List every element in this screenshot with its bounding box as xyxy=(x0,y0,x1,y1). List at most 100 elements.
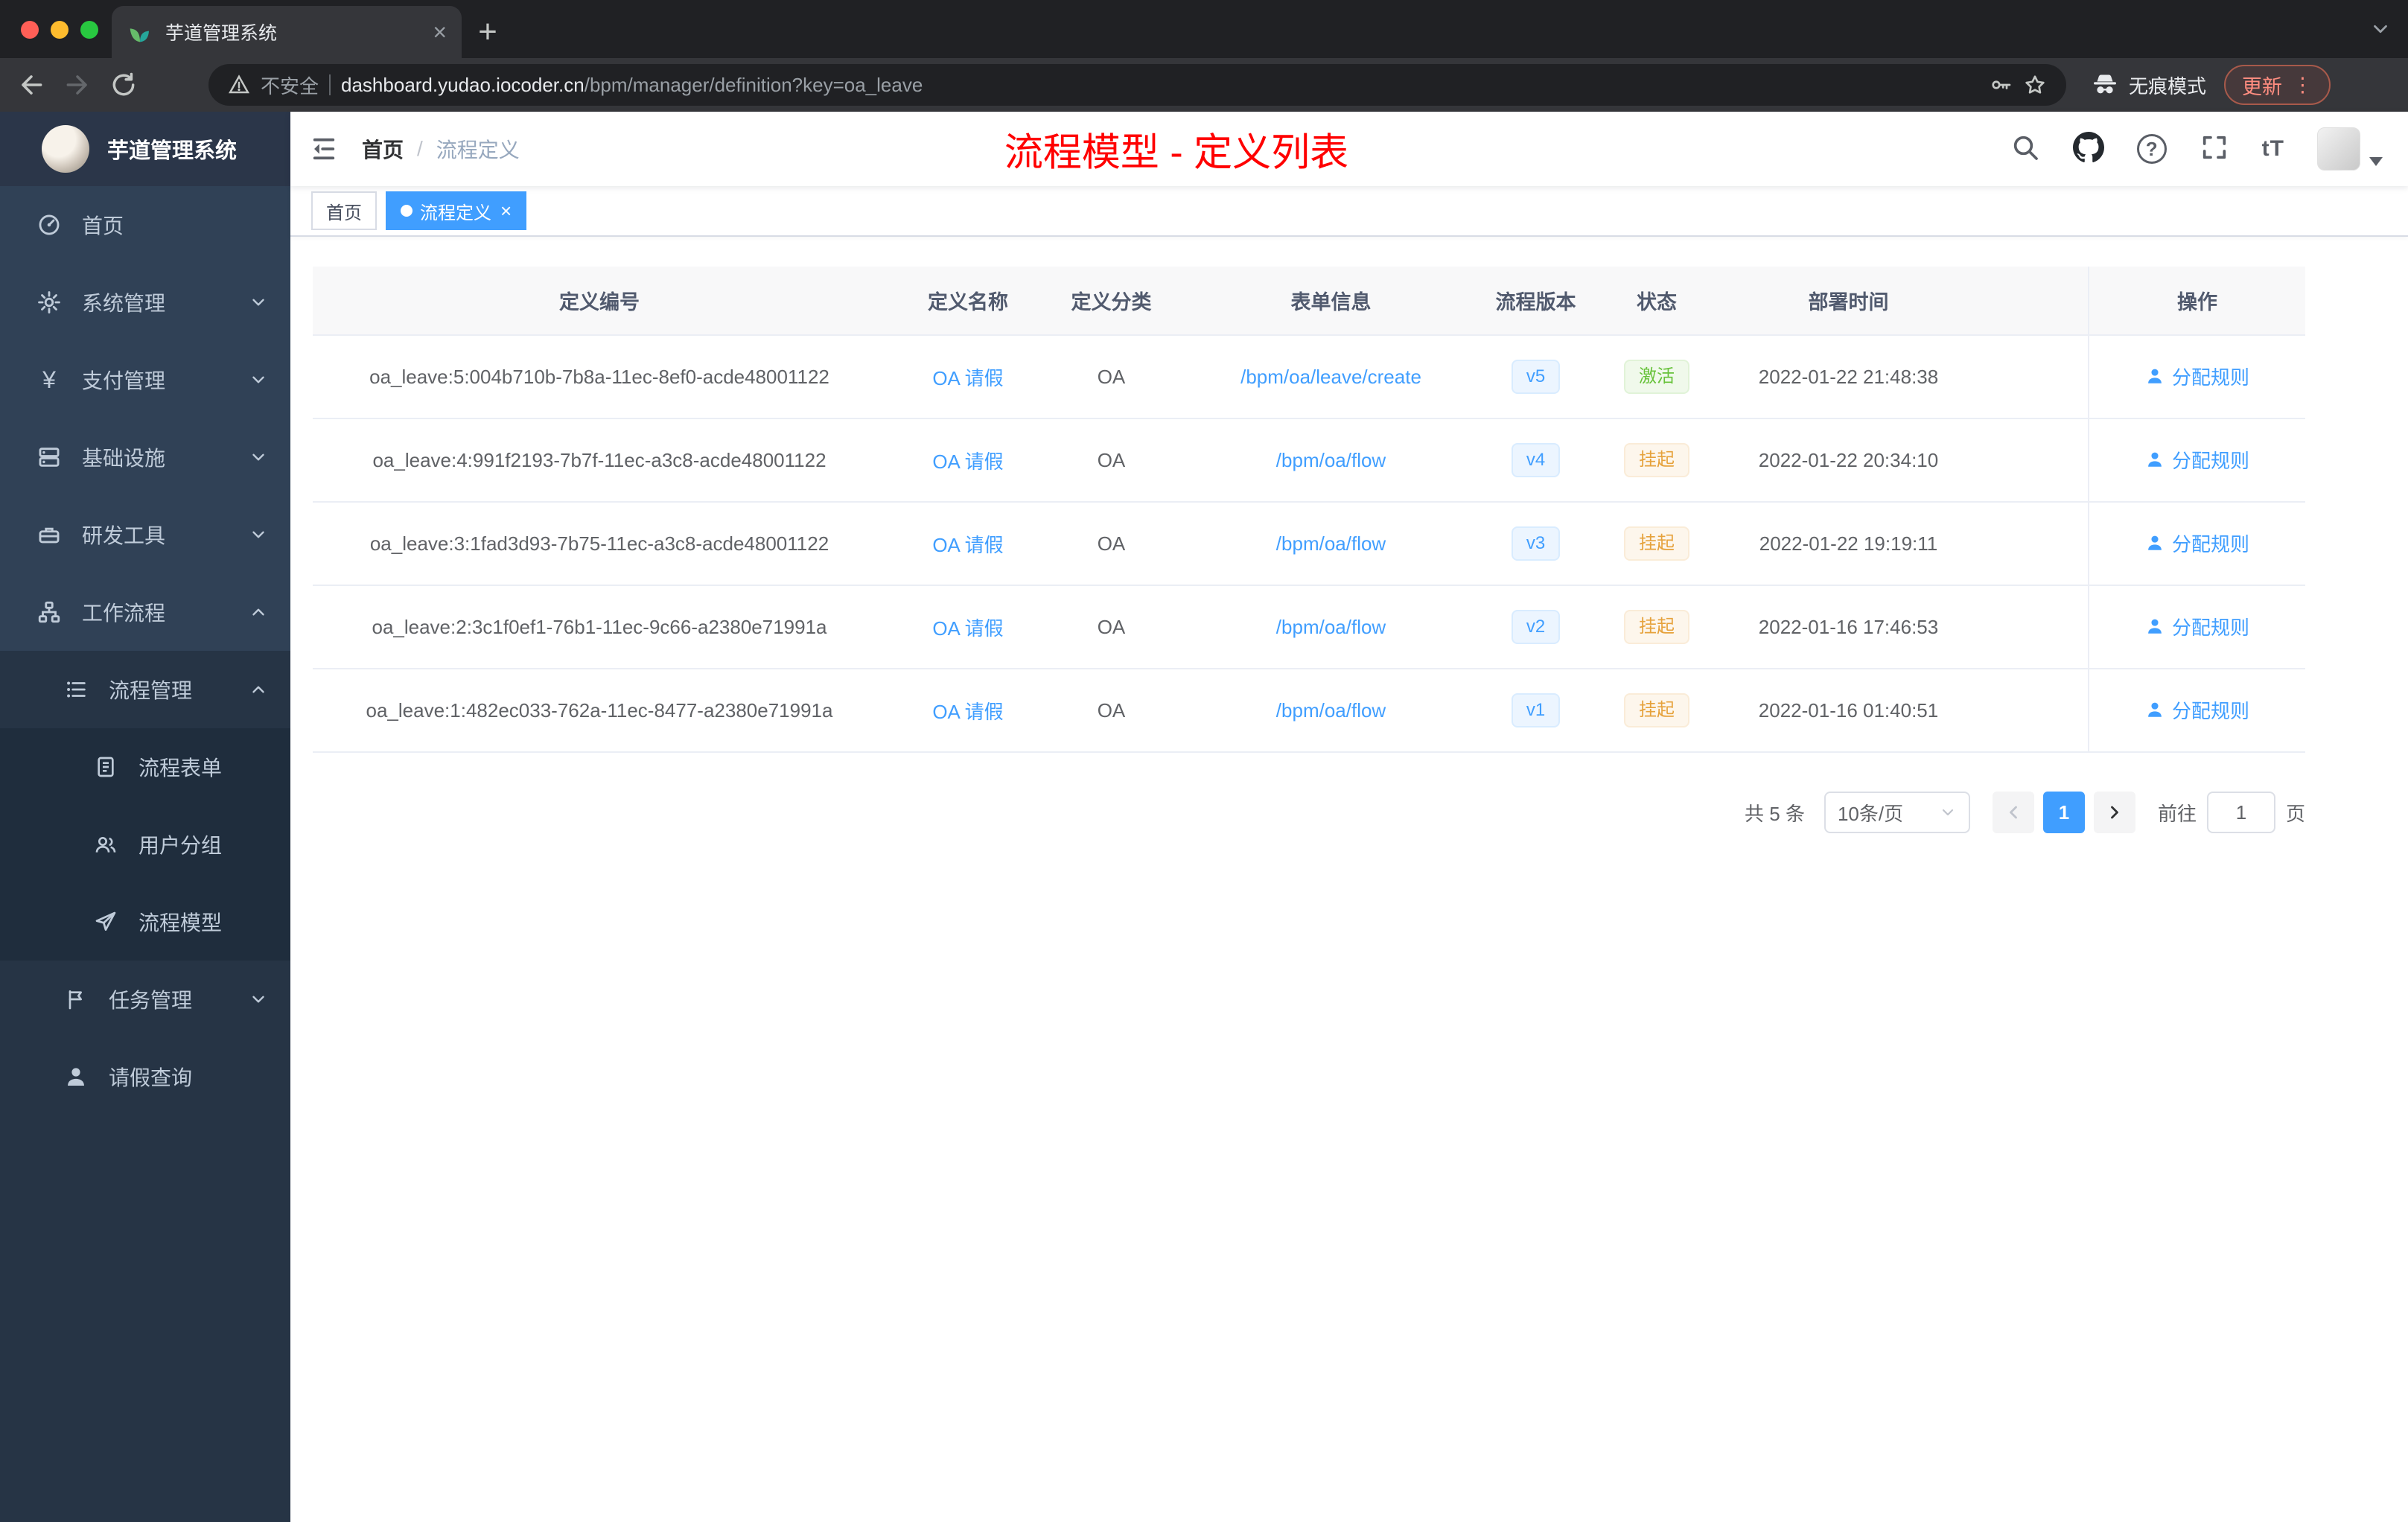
sidebar-item-payment[interactable]: ¥ 支付管理 xyxy=(0,341,290,418)
help-icon[interactable]: ? xyxy=(2136,134,2167,164)
window-close-button[interactable] xyxy=(21,21,39,39)
browser-menu-kebab-icon[interactable]: ⋮ xyxy=(2293,74,2313,97)
prev-page-button[interactable] xyxy=(1992,792,2034,833)
sidebar-item-label: 工作流程 xyxy=(82,602,166,625)
person-icon xyxy=(2148,369,2162,383)
toolbox-icon xyxy=(36,522,63,547)
assign-rule-link[interactable]: 分配规则 xyxy=(2145,529,2249,557)
incognito-label: 无痕模式 xyxy=(2128,74,2206,98)
sidebar-item-label: 流程表单 xyxy=(138,757,223,780)
sidebar: 芋道管理系统 首页 系统管理 ¥ 支付管理 基础设施 研发工具 工作流程 流程管… xyxy=(0,112,290,1522)
form-link[interactable]: /bpm/oa/flow xyxy=(1276,449,1386,471)
dashboard-icon xyxy=(36,212,63,238)
incognito-icon xyxy=(2093,74,2116,94)
sidebar-item-label: 任务管理 xyxy=(109,989,193,1012)
app-title: 芋道管理系统 xyxy=(107,139,238,163)
cell-filler xyxy=(1966,418,2089,503)
assign-rule-link[interactable]: 分配规则 xyxy=(2145,363,2249,390)
page-size-select[interactable]: 10条/页 xyxy=(1823,792,1970,833)
search-icon[interactable] xyxy=(2010,133,2040,166)
sidebar-logo: 芋道管理系统 xyxy=(0,112,290,186)
sidebar-item-label: 流程管理 xyxy=(109,679,193,702)
chevron-left-icon xyxy=(2010,806,2017,819)
version-badge: v3 xyxy=(1511,526,1561,561)
action-label: 分配规则 xyxy=(2171,616,2249,639)
definition-name-link[interactable]: OA 请假 xyxy=(932,701,1003,723)
sidebar-item-task-management[interactable]: 任务管理 xyxy=(0,961,290,1038)
goto-page: 前往 页 xyxy=(2158,792,2305,833)
definition-name-link[interactable]: OA 请假 xyxy=(932,367,1003,389)
form-link[interactable]: /bpm/oa/flow xyxy=(1276,616,1386,638)
sidebar-item-label: 基础设施 xyxy=(82,447,166,470)
tag-home[interactable]: 首页 xyxy=(311,191,377,230)
sidebar-item-workflow[interactable]: 工作流程 xyxy=(0,573,290,651)
sidebar-item-label: 用户分组 xyxy=(138,834,223,857)
reload-button[interactable] xyxy=(103,64,144,106)
cell-deploy-time: 2022-01-16 17:46:53 xyxy=(1731,585,1966,669)
sidebar-item-user-group[interactable]: 用户分组 xyxy=(0,806,290,883)
tag-close-icon[interactable]: × xyxy=(500,201,512,220)
chevron-down-icon xyxy=(249,448,268,467)
sidebar-item-label: 研发工具 xyxy=(82,524,166,547)
assign-rule-link[interactable]: 分配规则 xyxy=(2145,613,2249,640)
sidebar-item-infrastructure[interactable]: 基础设施 xyxy=(0,418,290,496)
sidebar-item-process-management[interactable]: 流程管理 xyxy=(0,651,290,728)
window-zoom-button[interactable] xyxy=(80,21,98,39)
window-minimize-button[interactable] xyxy=(51,21,69,39)
browser-tab[interactable]: 芋道管理系统 × xyxy=(112,6,462,58)
sidebar-item-process-model[interactable]: 流程模型 xyxy=(0,883,290,961)
cell-filler xyxy=(1966,502,2089,586)
tag-process-definition[interactable]: 流程定义 × xyxy=(386,191,527,230)
browser-window: 芋道管理系统 × + 不安全 dashboard.yudao.iocoder.c… xyxy=(0,0,2408,1522)
page-number-button[interactable]: 1 xyxy=(2042,792,2085,833)
form-link[interactable]: /bpm/oa/leave/create xyxy=(1240,366,1421,388)
definition-name-link[interactable]: OA 请假 xyxy=(932,617,1003,640)
sidebar-toggle-button[interactable] xyxy=(290,112,357,186)
cell-id: oa_leave:2:3c1f0ef1-76b1-11ec-9c66-a2380… xyxy=(313,585,886,669)
bookmark-star-icon[interactable] xyxy=(2023,73,2047,97)
user-avatar-menu[interactable] xyxy=(2317,127,2383,171)
security-label: 不安全 xyxy=(261,74,319,98)
forward-button[interactable] xyxy=(57,64,98,106)
action-label: 分配规则 xyxy=(2171,532,2249,555)
password-key-icon[interactable] xyxy=(1989,73,2013,97)
back-button[interactable] xyxy=(10,64,52,106)
chrome-update-button[interactable]: 更新 ⋮ xyxy=(2224,65,2331,105)
version-badge: v2 xyxy=(1511,610,1561,644)
next-page-button[interactable] xyxy=(2093,792,2135,833)
form-link[interactable]: /bpm/oa/flow xyxy=(1276,699,1386,722)
main-area: 首页 / 流程定义 流程模型 - 定义列表 ? tT 首页 流程定义 × 定义编… xyxy=(290,112,2408,1522)
tab-search-caret-icon[interactable] xyxy=(2369,18,2392,44)
sidebar-item-system[interactable]: 系统管理 xyxy=(0,264,290,341)
col-filler xyxy=(1966,267,2089,336)
version-badge: v4 xyxy=(1511,443,1561,477)
sidebar-item-label: 系统管理 xyxy=(82,292,166,315)
tag-label: 首页 xyxy=(326,203,362,223)
fullscreen-icon[interactable] xyxy=(2200,133,2229,166)
sidebar-item-process-form[interactable]: 流程表单 xyxy=(0,728,290,806)
status-badge: 挂起 xyxy=(1624,610,1689,644)
goto-page-input[interactable] xyxy=(2206,792,2275,833)
action-label: 分配规则 xyxy=(2171,449,2249,472)
tab-close-icon[interactable]: × xyxy=(433,20,447,44)
breadcrumb-home[interactable]: 首页 xyxy=(362,134,404,164)
github-icon[interactable] xyxy=(2072,131,2104,167)
cell-deploy-time: 2022-01-22 20:34:10 xyxy=(1731,418,1966,503)
sidebar-item-dev-tools[interactable]: 研发工具 xyxy=(0,496,290,573)
cell-category: OA xyxy=(1050,502,1173,586)
person-icon xyxy=(2148,619,2162,634)
definition-name-link[interactable]: OA 请假 xyxy=(932,450,1003,473)
form-link[interactable]: /bpm/oa/flow xyxy=(1276,532,1386,555)
col-deploy-time: 部署时间 xyxy=(1731,267,1966,336)
assign-rule-link[interactable]: 分配规则 xyxy=(2145,446,2249,474)
definition-name-link[interactable]: OA 请假 xyxy=(932,534,1003,556)
address-bar[interactable]: 不安全 dashboard.yudao.iocoder.cn/bpm/manag… xyxy=(208,64,2066,106)
font-size-icon[interactable]: tT xyxy=(2262,136,2284,162)
sidebar-item-leave-query[interactable]: 请假查询 xyxy=(0,1038,290,1115)
update-label: 更新 xyxy=(2242,75,2282,98)
col-definition-id: 定义编号 xyxy=(313,267,886,336)
new-tab-button[interactable]: + xyxy=(462,6,514,58)
tags-view: 首页 流程定义 × xyxy=(290,186,2408,237)
assign-rule-link[interactable]: 分配规则 xyxy=(2145,696,2249,724)
sidebar-item-home[interactable]: 首页 xyxy=(0,186,290,264)
